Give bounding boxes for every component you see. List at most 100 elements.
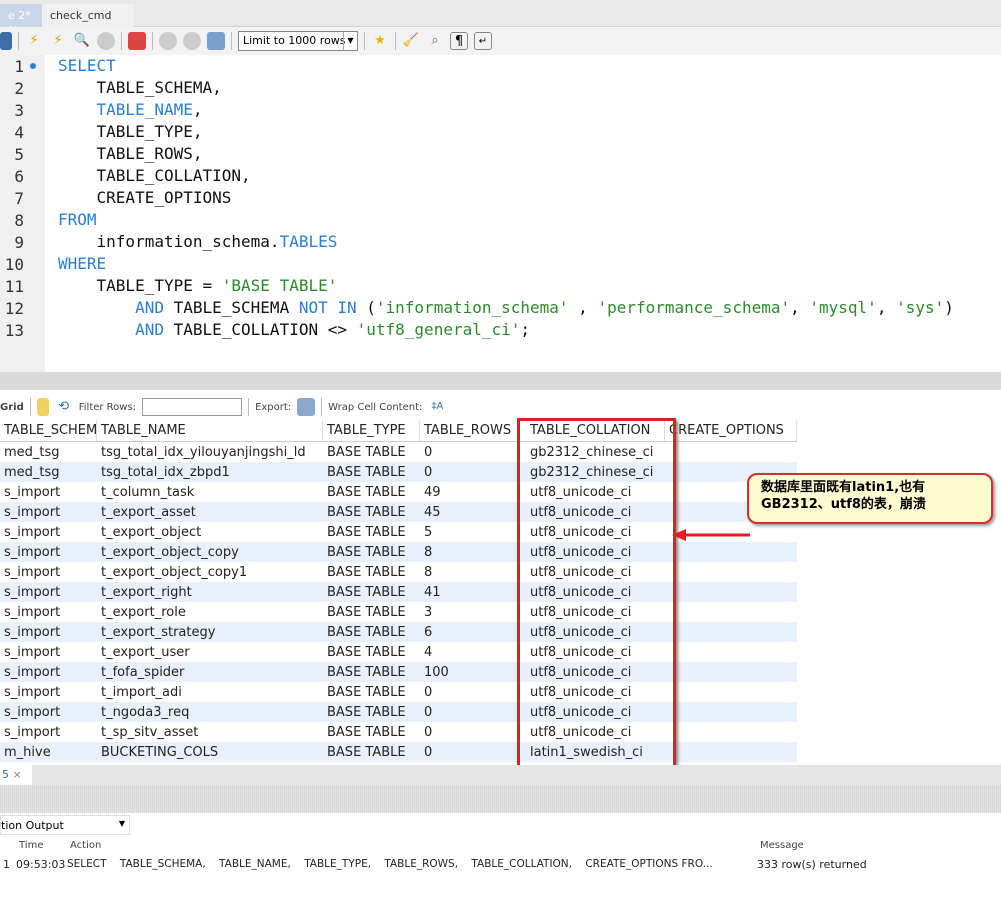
table-row[interactable]: s_import t_import_adi BASE TABLE 0 utf8_unic… — [0, 682, 797, 702]
save-icon[interactable] — [0, 32, 12, 50]
table-cell[interactable]: BASE TABLE — [323, 722, 420, 742]
output-splitter[interactable] — [0, 785, 1001, 813]
table-cell[interactable] — [665, 442, 797, 462]
table-cell[interactable]: s_import — [0, 642, 97, 662]
tab-query-2[interactable]: e 2* × — [0, 4, 42, 35]
table-cell[interactable]: 100 — [420, 662, 520, 682]
output-type-select[interactable]: tion Output ▼ — [0, 815, 130, 835]
table-cell[interactable]: tsg_total_idx_yilouyanjingshi_ld — [97, 442, 323, 462]
refresh-icon[interactable]: ⟲ — [55, 398, 73, 416]
table-cell[interactable]: t_fofa_spider — [97, 662, 323, 682]
table-cell[interactable]: BASE TABLE — [323, 602, 420, 622]
column-header[interactable]: TABLE_ROWS — [420, 420, 520, 441]
table-cell[interactable]: 3 — [420, 602, 520, 622]
explain-icon[interactable]: 🔍 — [73, 32, 91, 50]
table-cell[interactable] — [665, 682, 797, 702]
table-cell[interactable]: BASE TABLE — [323, 522, 420, 542]
table-row[interactable]: m_hive BUCKETING_COLS BASE TABLE 0 latin1_sw… — [0, 742, 797, 762]
table-cell[interactable]: t_import_adi — [97, 682, 323, 702]
table-row[interactable]: s_import t_export_role BASE TABLE 3 utf8_uni… — [0, 602, 797, 622]
table-row[interactable]: med_tsg tsg_total_idx_yilouyanjingshi_ld B… — [0, 442, 797, 462]
table-cell[interactable]: BASE TABLE — [323, 482, 420, 502]
table-cell[interactable]: 0 — [420, 682, 520, 702]
table-cell[interactable]: 0 — [420, 742, 520, 762]
table-cell[interactable]: s_import — [0, 622, 97, 642]
table-row[interactable]: s_import t_column_task BASE TABLE 49 utf8_un… — [0, 482, 797, 502]
table-cell[interactable]: 0 — [420, 702, 520, 722]
table-cell[interactable]: s_import — [0, 722, 97, 742]
table-cell[interactable] — [665, 742, 797, 762]
panel-splitter[interactable] — [0, 372, 1001, 390]
table-cell[interactable] — [665, 622, 797, 642]
table-row[interactable]: s_import t_export_user BASE TABLE 4 utf8_uni… — [0, 642, 797, 662]
table-cell[interactable] — [665, 562, 797, 582]
table-cell[interactable] — [665, 662, 797, 682]
table-cell[interactable]: t_sp_sitv_asset — [97, 722, 323, 742]
table-cell[interactable]: 5 — [420, 522, 520, 542]
filter-rows-input[interactable] — [142, 398, 243, 416]
result-tab[interactable]: 5 × — [0, 765, 32, 785]
column-header[interactable]: TABLE_NAME — [97, 420, 323, 441]
limit-rows-select[interactable]: Limit to 1000 rows ▼ — [238, 31, 358, 51]
table-cell[interactable]: s_import — [0, 562, 97, 582]
table-cell[interactable]: s_import — [0, 582, 97, 602]
table-cell[interactable] — [665, 602, 797, 622]
table-cell[interactable] — [665, 582, 797, 602]
table-cell[interactable]: BASE TABLE — [323, 462, 420, 482]
table-cell[interactable]: 8 — [420, 562, 520, 582]
invisible-chars-icon[interactable]: ¶ — [450, 32, 468, 50]
table-cell[interactable]: s_import — [0, 542, 97, 562]
output-row[interactable]: 1 09:53:03 SELECT TABLE_SCHEMA, TABLE_NA… — [0, 858, 1001, 874]
table-cell[interactable]: s_import — [0, 502, 97, 522]
table-cell[interactable]: s_import — [0, 682, 97, 702]
sql-editor[interactable]: 1 2 3 4 5 6 7 8 9 10 11 12 13 SELECT TABLE_SCHEMA, T… — [0, 55, 1001, 372]
table-cell[interactable]: BASE TABLE — [323, 642, 420, 662]
table-cell[interactable]: s_import — [0, 602, 97, 622]
table-cell[interactable]: t_column_task — [97, 482, 323, 502]
table-cell[interactable]: 0 — [420, 462, 520, 482]
stop-icon[interactable] — [97, 32, 115, 50]
table-cell[interactable]: BASE TABLE — [323, 702, 420, 722]
table-cell[interactable]: BASE TABLE — [323, 622, 420, 642]
table-cell[interactable]: 0 — [420, 442, 520, 462]
beautify-icon[interactable]: 🧹 — [402, 32, 420, 50]
column-header[interactable]: TABLE_SCHEMA — [0, 420, 97, 441]
execute-current-icon[interactable]: ⚡ — [49, 32, 67, 50]
table-cell[interactable]: BASE TABLE — [323, 682, 420, 702]
table-cell[interactable]: m_hive — [0, 742, 97, 762]
table-cell[interactable]: 6 — [420, 622, 520, 642]
table-cell[interactable]: t_export_strategy — [97, 622, 323, 642]
table-cell[interactable]: BASE TABLE — [323, 742, 420, 762]
table-cell[interactable]: 8 — [420, 542, 520, 562]
table-cell[interactable] — [665, 722, 797, 742]
table-cell[interactable]: s_import — [0, 662, 97, 682]
table-cell[interactable]: t_export_object_copy — [97, 542, 323, 562]
table-cell[interactable]: t_ngoda3_req — [97, 702, 323, 722]
table-cell[interactable]: t_export_object_copy1 — [97, 562, 323, 582]
tab-check-cmd[interactable]: check_cmd — [42, 4, 134, 27]
wrap-cell-icon[interactable]: ‡A — [428, 398, 446, 416]
table-cell[interactable]: BASE TABLE — [323, 502, 420, 522]
table-row[interactable]: med_tsg tsg_total_idx_zbpd1 BASE TABLE 0 gb2… — [0, 462, 797, 482]
table-row[interactable]: s_import t_export_asset BASE TABLE 45 utf8_u… — [0, 502, 797, 522]
execute-icon[interactable]: ⚡ — [25, 32, 43, 50]
column-header[interactable]: CREATE_OPTIONS — [665, 420, 797, 441]
table-row[interactable]: s_import t_export_right BASE TABLE 41 utf8_u… — [0, 582, 797, 602]
table-cell[interactable]: 45 — [420, 502, 520, 522]
table-row[interactable]: s_import t_ngoda3_req BASE TABLE 0 utf8_unic… — [0, 702, 797, 722]
table-cell[interactable] — [665, 702, 797, 722]
toggle-error-icon[interactable] — [128, 32, 146, 50]
commit-icon[interactable] — [159, 32, 177, 50]
table-cell[interactable]: t_export_asset — [97, 502, 323, 522]
table-cell[interactable]: 49 — [420, 482, 520, 502]
table-cell[interactable]: BASE TABLE — [323, 662, 420, 682]
table-cell[interactable]: 4 — [420, 642, 520, 662]
table-cell[interactable] — [665, 642, 797, 662]
rollback-icon[interactable] — [183, 32, 201, 50]
grid-view-icon[interactable] — [36, 398, 49, 416]
find-icon[interactable]: ⌕ — [426, 32, 444, 50]
table-cell[interactable]: t_export_object — [97, 522, 323, 542]
table-cell[interactable]: BUCKETING_COLS — [97, 742, 323, 762]
add-snippet-icon[interactable]: ★ — [371, 32, 389, 50]
table-row[interactable]: s_import t_export_strategy BASE TABLE 6 utf8… — [0, 622, 797, 642]
